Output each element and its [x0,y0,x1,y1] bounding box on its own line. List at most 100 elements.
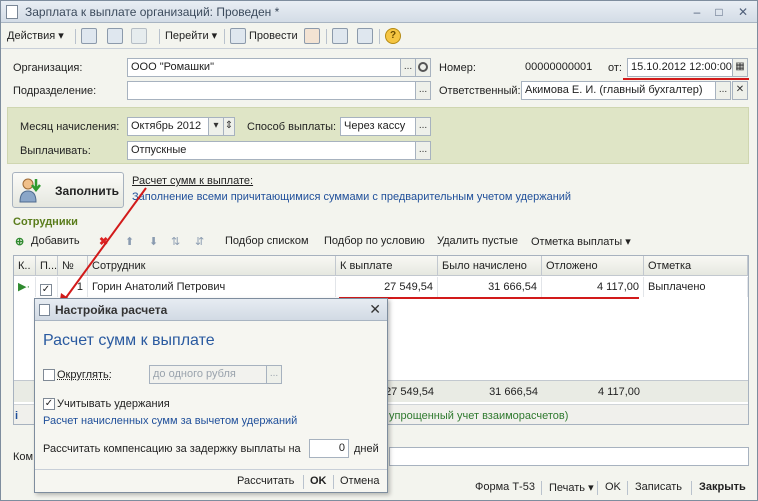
main-toolbar: Действия ▾ Перейти ▾ Провести ? [1,24,757,49]
round-label: Округлять: [57,369,112,381]
ok-button[interactable]: OK [605,481,621,493]
mark-cell[interactable]: Выплачено [644,277,748,297]
row-number: 1 [58,277,88,297]
search-icon[interactable] [415,58,431,77]
compensation-days-field[interactable]: 0 [309,439,349,458]
row-checkbox-cell[interactable]: ✓ [36,277,58,297]
select-button[interactable]: ... [415,81,431,100]
column-header[interactable]: П... [36,256,58,276]
sort-asc-icon[interactable]: ⇅ [171,235,180,248]
separator [691,481,692,495]
document-icon [6,5,18,19]
pick-condition-button[interactable]: Подбор по условию [324,235,425,247]
mark-payment-menu[interactable]: Отметка выплаты ▾ [531,235,631,248]
select-button[interactable]: ... [715,81,731,100]
delete-icon[interactable]: ✖ [99,235,108,248]
column-header[interactable]: Отметка [644,256,748,276]
help-icon[interactable]: ? [385,28,401,44]
date-label: от: [608,62,622,74]
select-button[interactable]: ... [415,141,431,160]
responsible-field[interactable]: Акимова Е. И. (главный бухгалтер) [521,81,717,100]
deferred-cell[interactable]: 4 117,00 [542,277,644,297]
structure-icon[interactable] [81,28,97,44]
payment-settings-panel: Месяц начисления: Октябрь 2012 ▾ ⇕ Спосо… [7,107,749,164]
column-header[interactable]: Было начислено [438,256,542,276]
round-checkbox[interactable] [43,369,55,381]
pay-field[interactable]: Отпускные [127,141,417,160]
column-header[interactable]: Сотрудник [88,256,336,276]
org-label: Организация: [13,62,83,74]
close-form-button[interactable]: Закрыть [699,481,746,493]
org-field[interactable]: ООО "Ромашки" [127,58,401,77]
info-icon: i [15,410,19,422]
goto-label: Перейти [165,30,209,42]
sort-desc-icon[interactable]: ⇵ [195,235,204,248]
spin-icon[interactable]: ⇕ [223,117,235,136]
separator [224,29,225,44]
row-pointer-icon: ▶· [14,277,36,297]
method-field[interactable]: Через кассу [340,117,416,136]
number-field[interactable]: 00000000001 [521,58,603,77]
fill-button[interactable]: Заполнить [12,172,124,208]
print-menu[interactable]: Печать ▾ [549,481,594,494]
separator [541,481,542,495]
month-field[interactable]: Октябрь 2012 [127,117,209,136]
clear-icon[interactable]: ✕ [732,81,748,100]
copy-icon[interactable] [131,28,147,44]
chevron-down-icon: ▾ [211,30,218,42]
calc-description: Заполнение всеми причитающимися суммами … [132,191,572,203]
select-button[interactable]: ... [266,365,282,384]
calc-link[interactable]: Расчет сумм к выплате: [132,175,253,187]
close-button[interactable]: ✕ [735,4,751,20]
compensation-label: Рассчитать компенсацию за задержку выпла… [43,443,301,455]
list-icon[interactable] [332,28,348,44]
move-down-icon[interactable]: ⬇ [149,235,158,248]
info-text: упрощенный учет взаиморасчетов) [389,410,569,422]
column-header[interactable]: К.. [14,256,36,276]
select-button[interactable]: ... [415,117,431,136]
table-row[interactable]: ▶· ✓ 1 Горин Анатолий Петрович 27 549,54… [14,277,748,297]
add-icon[interactable]: ⊕ [15,235,24,248]
dialog-footer: Рассчитать OK Отмена [35,469,387,492]
chevron-down-icon[interactable]: ▾ [208,117,224,136]
dept-field[interactable] [127,81,417,100]
accrued-cell[interactable]: 31 666,54 [438,277,542,297]
move-up-icon[interactable]: ⬆ [125,235,134,248]
movements-icon[interactable] [304,28,320,44]
goto-menu[interactable]: Перейти ▾ [165,28,217,45]
column-header[interactable]: Отложено [542,256,644,276]
comment-field[interactable] [389,447,749,466]
maximize-button[interactable]: □ [711,4,727,20]
chevron-down-icon: ▾ [625,236,631,248]
date-field[interactable]: 15.10.2012 12:00:00 [627,58,733,77]
pay-label: Выплачивать: [20,145,91,157]
to-pay-cell[interactable]: 27 549,54 [336,277,438,297]
separator [333,475,334,489]
dialog-cancel-button[interactable]: Отмена [340,475,379,487]
round-field[interactable]: до одного рубля [149,365,267,384]
comment-label: Ком [13,451,34,463]
refresh-icon[interactable] [107,28,123,44]
days-label: дней [354,443,379,455]
chevron-down-icon: ▾ [58,30,64,42]
add-button[interactable]: Добавить [31,235,80,247]
calculate-button[interactable]: Рассчитать [237,475,294,487]
save-button[interactable]: Записать [635,481,682,493]
column-header[interactable]: № [58,256,88,276]
settings-list-icon[interactable] [357,28,373,44]
calendar-icon[interactable]: ▦ [732,58,748,77]
delete-empty-button[interactable]: Удалить пустые [437,235,518,247]
dialog-ok-button[interactable]: OK [310,475,327,487]
actions-menu[interactable]: Действия ▾ [7,28,64,45]
pick-list-button[interactable]: Подбор списком [225,235,309,247]
form-t53-button[interactable]: Форма Т-53 [475,481,535,493]
deduct-checkbox[interactable]: ✓ [43,398,55,410]
chevron-down-icon: ▾ [588,482,594,494]
minimize-button[interactable]: – [689,4,705,20]
row-checkbox[interactable]: ✓ [40,284,52,296]
column-header[interactable]: К выплате [336,256,438,276]
employee-name[interactable]: Горин Анатолий Петрович [88,277,336,297]
select-button[interactable]: ... [400,58,416,77]
post-button[interactable]: Провести [249,28,298,45]
close-icon[interactable]: ✕ [369,301,381,318]
